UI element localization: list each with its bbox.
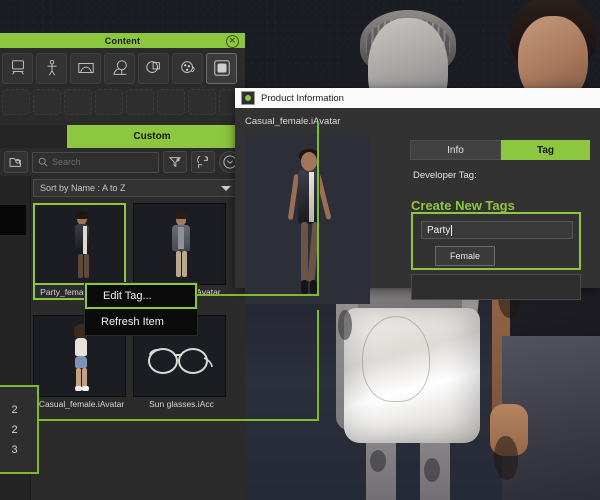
content-slot[interactable] — [2, 89, 30, 115]
app-root: Content ✕ Custom Search Sort by Name: A… — [0, 0, 600, 500]
step-number: 2 — [11, 423, 18, 436]
content-slot[interactable] — [188, 89, 216, 115]
content-slot[interactable] — [33, 89, 61, 115]
annotation-step-numbers: 2 2 3 — [0, 385, 39, 474]
shape-3d-icon[interactable] — [138, 52, 169, 84]
dialog-filename: Casual_female.iAvatar — [245, 116, 341, 127]
tab-custom[interactable]: Custom — [67, 125, 237, 148]
developer-tag-label: Developer Tag: — [413, 170, 477, 181]
tag-chip-female[interactable]: Female — [435, 246, 495, 266]
step-number: 2 — [11, 403, 18, 416]
item-thumbnail[interactable] — [33, 203, 126, 285]
content-panel-title: Content — [104, 35, 141, 46]
close-circle-icon[interactable]: ✕ — [226, 35, 239, 48]
dialog-titlebar[interactable]: Product Information — [235, 88, 600, 108]
context-menu: Edit Tag... Refresh Item — [84, 282, 198, 336]
content-tool-row — [0, 50, 247, 86]
content-slot[interactable] — [157, 89, 185, 115]
content-slot-row — [0, 87, 278, 117]
media-square-icon[interactable] — [206, 52, 237, 84]
add-folder-icon[interactable] — [4, 151, 28, 173]
create-new-tags-label: Create New Tags — [411, 198, 515, 213]
tag-input[interactable]: Party — [421, 221, 573, 239]
scene-tree-icon[interactable] — [104, 52, 135, 84]
tab-info[interactable]: Info — [410, 140, 501, 160]
search-icon — [38, 157, 48, 167]
dialog-tabs: Info Tag — [410, 140, 590, 160]
tag-input-value: Party — [427, 224, 451, 236]
create-tags-area: Party Female — [411, 212, 581, 270]
dialog-body: Casual_female.iAvatar Info Tag Developer… — [235, 108, 600, 304]
prop-icon[interactable] — [2, 52, 33, 84]
library-toolbar: Search — [0, 148, 245, 176]
tab-tag[interactable]: Tag — [501, 140, 590, 160]
avatar-preview — [245, 134, 370, 304]
library-grid: Party_female.iAvatar Casual_male.iAvatar — [33, 203, 245, 500]
step-number: 3 — [11, 443, 18, 456]
item-label: Sun glasses.iAcc — [149, 399, 214, 409]
filter-funnel-icon[interactable] — [163, 151, 187, 173]
app-logo-icon — [241, 91, 255, 105]
stage-backdrop-icon[interactable] — [70, 52, 101, 84]
library-tab-row: Custom — [0, 125, 245, 148]
content-panel-titlebar: Content ✕ — [0, 33, 245, 48]
context-menu-item-edit-tag[interactable]: Edit Tag... — [85, 283, 197, 309]
character-icon[interactable] — [36, 52, 67, 84]
particle-effect-icon[interactable] — [172, 52, 203, 84]
existing-tags-box[interactable] — [411, 274, 581, 300]
sort-label: Sort by Name : A to Z — [40, 183, 126, 193]
text-caret — [451, 224, 453, 236]
sunglasses-icon — [148, 348, 214, 374]
content-slot[interactable] — [126, 89, 154, 115]
context-menu-item-refresh-item[interactable]: Refresh Item — [85, 309, 197, 335]
search-placeholder: Search — [52, 157, 81, 167]
content-slot[interactable] — [95, 89, 123, 115]
refresh-icon[interactable] — [191, 151, 215, 173]
sort-dropdown[interactable]: Sort by Name : A to Z — [33, 179, 238, 197]
item-label: Casual_female.iAvatar — [38, 399, 125, 409]
product-information-dialog: Product Information Casual_female.iAvata… — [235, 88, 600, 304]
dialog-title: Product Information — [261, 92, 344, 104]
caret-down-icon — [221, 185, 231, 191]
content-slot[interactable] — [64, 89, 92, 115]
item-thumbnail[interactable] — [133, 203, 226, 285]
search-input[interactable]: Search — [32, 151, 159, 173]
folder-tree-node[interactable] — [0, 205, 26, 235]
